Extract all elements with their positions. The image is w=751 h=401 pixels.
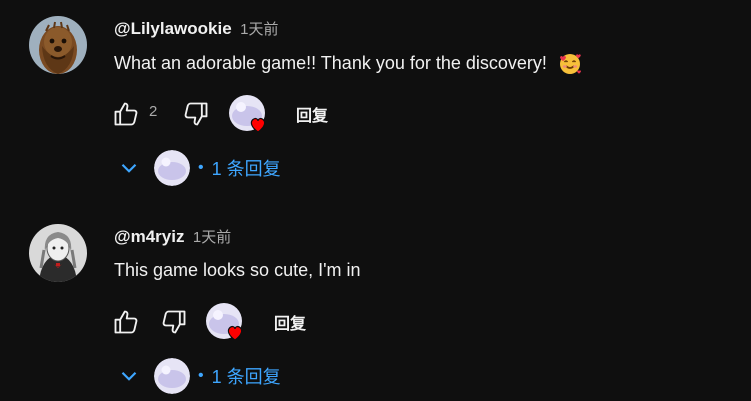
comment-body: What an adorable game!! Thank you for th…	[114, 52, 547, 73]
reply-button[interactable]: 回复	[296, 102, 328, 126]
reply-avatar	[154, 150, 190, 186]
view-replies-button[interactable]: • 1 条回复	[114, 356, 334, 396]
creator-heart-badge	[228, 94, 270, 136]
comment-header: @m4ryiz 1天前	[114, 226, 231, 250]
like-button[interactable]	[108, 304, 144, 340]
comment-text: This game looks so cute, I'm in	[114, 260, 361, 281]
thumbs-down-icon	[184, 102, 208, 126]
like-button[interactable]	[108, 96, 144, 132]
comment-timestamp[interactable]: 1天前	[240, 21, 278, 38]
replies-count[interactable]: 1 条回复	[212, 155, 281, 181]
thumbs-down-icon	[162, 310, 186, 334]
avatar[interactable]	[29, 16, 87, 74]
replies-count[interactable]: 1 条回复	[212, 363, 281, 389]
chevron-down-icon	[121, 371, 137, 381]
separator-dot: •	[198, 367, 204, 384]
avatar[interactable]	[29, 224, 87, 282]
username-link[interactable]: @Lilylawookie	[114, 19, 232, 38]
chevron-down-icon	[121, 163, 137, 173]
comment-actions: 2 回复	[108, 95, 508, 133]
creator-heart-badge	[205, 302, 247, 344]
username-link[interactable]: @m4ryiz	[114, 227, 184, 246]
dislike-button[interactable]	[156, 304, 192, 340]
comment-timestamp[interactable]: 1天前	[193, 229, 231, 246]
smiling-face-with-hearts-icon	[558, 52, 582, 76]
comment-text: What an adorable game!! Thank you for th…	[114, 52, 582, 76]
reply-button[interactable]: 回复	[274, 310, 306, 334]
reply-avatar	[154, 358, 190, 394]
comments-section: @Lilylawookie 1天前 What an adorable game!…	[0, 0, 751, 401]
comment-actions: 回复	[108, 303, 508, 341]
comment-body: This game looks so cute, I'm in	[114, 260, 361, 280]
view-replies-button[interactable]: • 1 条回复	[114, 148, 334, 188]
like-count: 2	[149, 103, 158, 120]
comment-header: @Lilylawookie 1天前	[114, 18, 278, 42]
thumbs-up-icon	[114, 310, 138, 334]
thumbs-up-icon	[114, 102, 138, 126]
separator-dot: •	[198, 159, 204, 176]
dislike-button[interactable]	[178, 96, 214, 132]
